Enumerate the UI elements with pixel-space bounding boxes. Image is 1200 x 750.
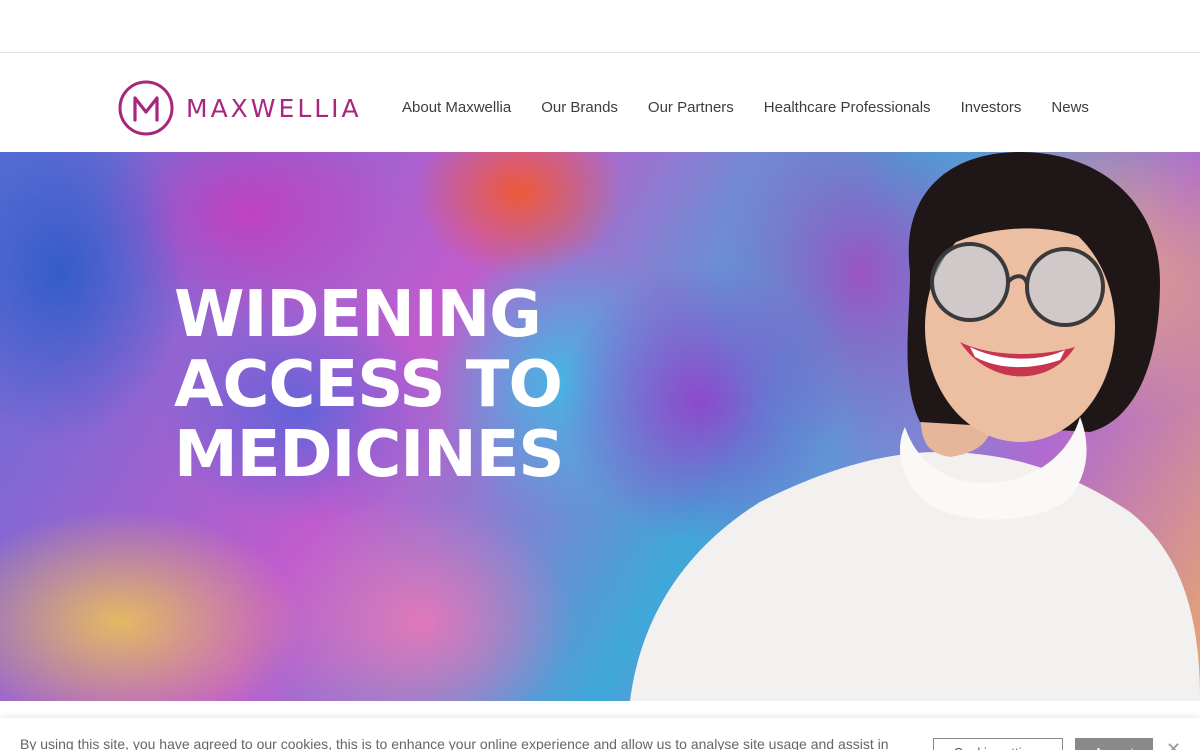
hero-headline-line-3: MEDICINES (174, 418, 564, 492)
nav-item-about-maxwellia[interactable]: About Maxwellia (402, 99, 511, 117)
maxwellia-logo[interactable]: MAXWELLIA (118, 80, 362, 136)
cookie-message: By using this site, you have agreed to o… (20, 736, 889, 750)
main-nav: About Maxwellia Our Brands Our Partners … (402, 99, 1119, 117)
nav-item-our-brands[interactable]: Our Brands (541, 99, 618, 117)
hero-headline: WIDENING ACCESS TO MEDICINES (174, 280, 564, 490)
hero-person-image (630, 152, 1200, 701)
logo-m-icon (118, 80, 174, 136)
site-header: MAXWELLIA About Maxwellia Our Brands Our… (0, 54, 1200, 152)
nav-item-healthcare-professionals[interactable]: Healthcare Professionals (764, 99, 931, 117)
top-strip (0, 0, 1200, 53)
nav-item-news[interactable]: News (1051, 99, 1089, 117)
nav-item-our-partners[interactable]: Our Partners (648, 99, 734, 117)
hero-banner: WIDENING ACCESS TO MEDICINES (0, 152, 1200, 701)
cookie-consent-bar: By using this site, you have agreed to o… (0, 718, 1200, 750)
cookie-settings-button[interactable]: Cookie settings (933, 738, 1063, 750)
close-icon[interactable]: ✕ (1166, 740, 1184, 750)
hero-headline-line-2: ACCESS TO (174, 348, 563, 422)
cookie-accept-button[interactable]: Accept (1075, 738, 1153, 750)
nav-item-investors[interactable]: Investors (961, 99, 1022, 117)
logo-wordmark: MAXWELLIA (186, 93, 362, 123)
hero-headline-line-1: WIDENING (174, 278, 542, 352)
